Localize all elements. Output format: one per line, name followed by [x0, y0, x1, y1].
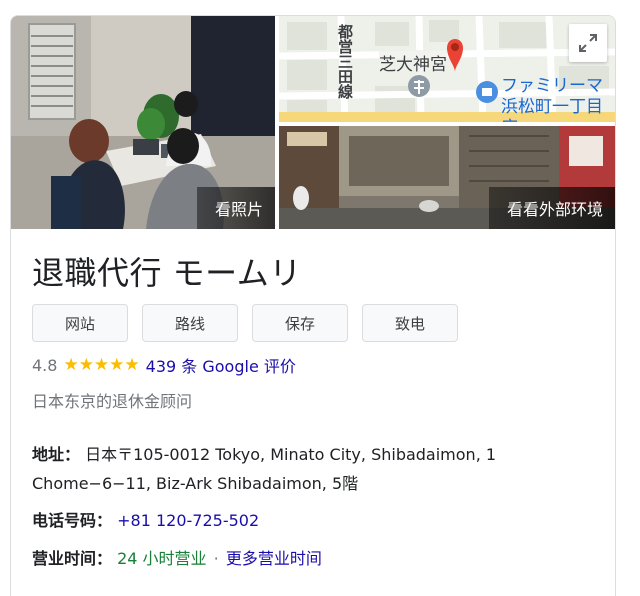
rating-row: 4.8 ★★★★★ 439 条 Google 评价 — [32, 353, 296, 377]
map-thumbnail[interactable]: 都営三田線 芝大神宮 ファミリーマ 浜松町一丁目店 — [279, 16, 615, 122]
hours-status[interactable]: 24 小时营业 — [117, 549, 206, 568]
map-shrine-label: 芝大神宮 — [379, 50, 447, 75]
map-store-line1: ファミリーマ — [501, 76, 603, 96]
view-photos-button[interactable]: 看照片 — [196, 187, 275, 229]
view-exterior-label: 看看外部环境 — [506, 200, 603, 219]
phone-link[interactable]: +81 120-725-502 — [117, 511, 259, 530]
expand-icon — [579, 34, 597, 52]
map-store-label: ファミリーマ 浜松町一丁目店 — [501, 76, 615, 122]
reviews-link[interactable]: 439 条 Google 评价 — [146, 353, 296, 377]
expand-map-button[interactable] — [569, 24, 607, 62]
hours-row: 营业时间： 24 小时营业 · 更多营业时间 — [32, 544, 322, 573]
more-hours-link[interactable]: 更多营业时间 — [226, 549, 322, 568]
view-photos-label: 看照片 — [214, 200, 263, 219]
street-view-thumbnail[interactable]: 看看外部环境 — [279, 126, 615, 229]
action-buttons: 网站 路线 保存 致电 — [32, 304, 472, 342]
address-row: 地址： 日本〒105-0012 Tokyo, Minato City, Shib… — [32, 440, 552, 498]
address-line2: Chome−6−11, Biz-Ark Shibadaimon, 5階 — [32, 474, 359, 493]
phone-row: 电话号码： +81 120-725-502 — [32, 506, 259, 535]
hours-label: 营业时间： — [32, 549, 113, 568]
phone-label: 电话号码： — [32, 511, 113, 530]
address-line1: 日本〒105-0012 Tokyo, Minato City, Shibadai… — [85, 445, 497, 464]
business-category: 日本东京的退休金顾问 — [32, 392, 193, 411]
call-button[interactable]: 致电 — [362, 304, 458, 342]
map-road-label: 都営三田線 — [336, 24, 354, 99]
save-button[interactable]: 保存 — [252, 304, 348, 342]
directions-button[interactable]: 路线 — [142, 304, 238, 342]
star-rating-icon: ★★★★★ — [63, 355, 140, 375]
hours-separator: · — [213, 549, 219, 568]
website-button[interactable]: 网站 — [32, 304, 128, 342]
address-label: 地址： — [32, 445, 81, 464]
business-name: 退職代行 モームリ — [32, 254, 302, 292]
office-photo[interactable]: 看照片 — [11, 16, 275, 229]
rating-value: 4.8 — [32, 355, 58, 375]
view-exterior-button[interactable]: 看看外部环境 — [488, 187, 615, 229]
map-store-line2: 浜松町一丁目店 — [501, 97, 603, 122]
knowledge-panel: 看照片 都営三田線 芝大神宮 ファミリーマ 浜松町一丁目 看看外部环境 退職代行… — [10, 15, 616, 596]
